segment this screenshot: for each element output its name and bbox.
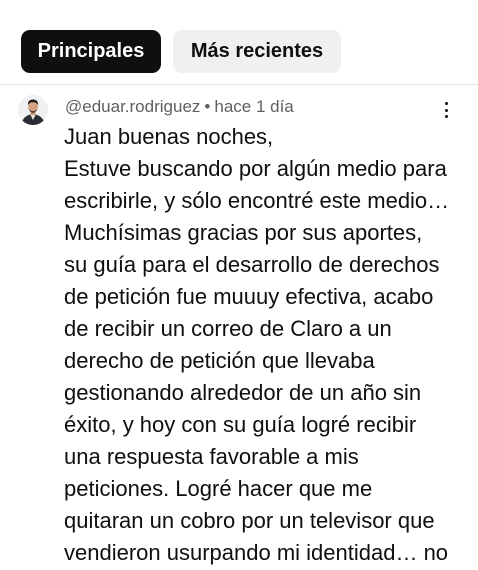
comments-panel: Principales Más recientes @eduar.rodrigu… [0, 0, 478, 570]
comment-line: escribirle, y sólo encontré este medio… [64, 188, 450, 213]
user-avatar-icon [18, 95, 48, 125]
meta-separator: • [204, 97, 211, 116]
comment-text: Juan buenas noches, Estuve buscando por … [64, 121, 474, 569]
avatar[interactable] [18, 95, 48, 125]
comment-time: hace 1 día [214, 97, 294, 116]
more-vertical-icon [444, 102, 448, 105]
more-vertical-icon-dot [444, 115, 448, 118]
sort-chips: Principales Más recientes [21, 30, 341, 73]
comment-line: quitaran un cobro por un televisor que [64, 508, 435, 533]
comment-line: éxito, y hoy con su guía logré recibir [64, 412, 417, 437]
chip-mas-recientes[interactable]: Más recientes [173, 30, 341, 73]
comment-author[interactable]: @eduar.rodriguez [65, 97, 200, 116]
more-options-button[interactable] [438, 99, 454, 121]
divider [0, 84, 478, 85]
comment-line: derecho de petición que llevaba [64, 348, 375, 373]
comment-line: vendieron usurpando mi identidad… no [64, 540, 449, 565]
comment-line: gestionando alrededor de un año sin [64, 380, 422, 405]
comment-meta: @eduar.rodriguez • hace 1 día [65, 97, 294, 117]
comment-line: de recibir un correo de Claro a un [64, 316, 392, 341]
comment-line: Muchísimas gracias por sus aportes, [64, 220, 423, 245]
more-vertical-icon-dot [444, 108, 448, 112]
comment-line: peticiones. Logré hacer que me [64, 476, 373, 501]
comment-line: Estuve buscando por algún medio para [64, 156, 447, 181]
comment-line: de petición fue muuuy efectiva, acabo [64, 284, 434, 309]
comment-line: una respuesta favorable a mis [64, 444, 359, 469]
comment-line: Juan buenas noches, [64, 124, 274, 149]
comment-line: su guía para el desarrollo de derechos [64, 252, 440, 277]
chip-principales[interactable]: Principales [21, 30, 161, 73]
